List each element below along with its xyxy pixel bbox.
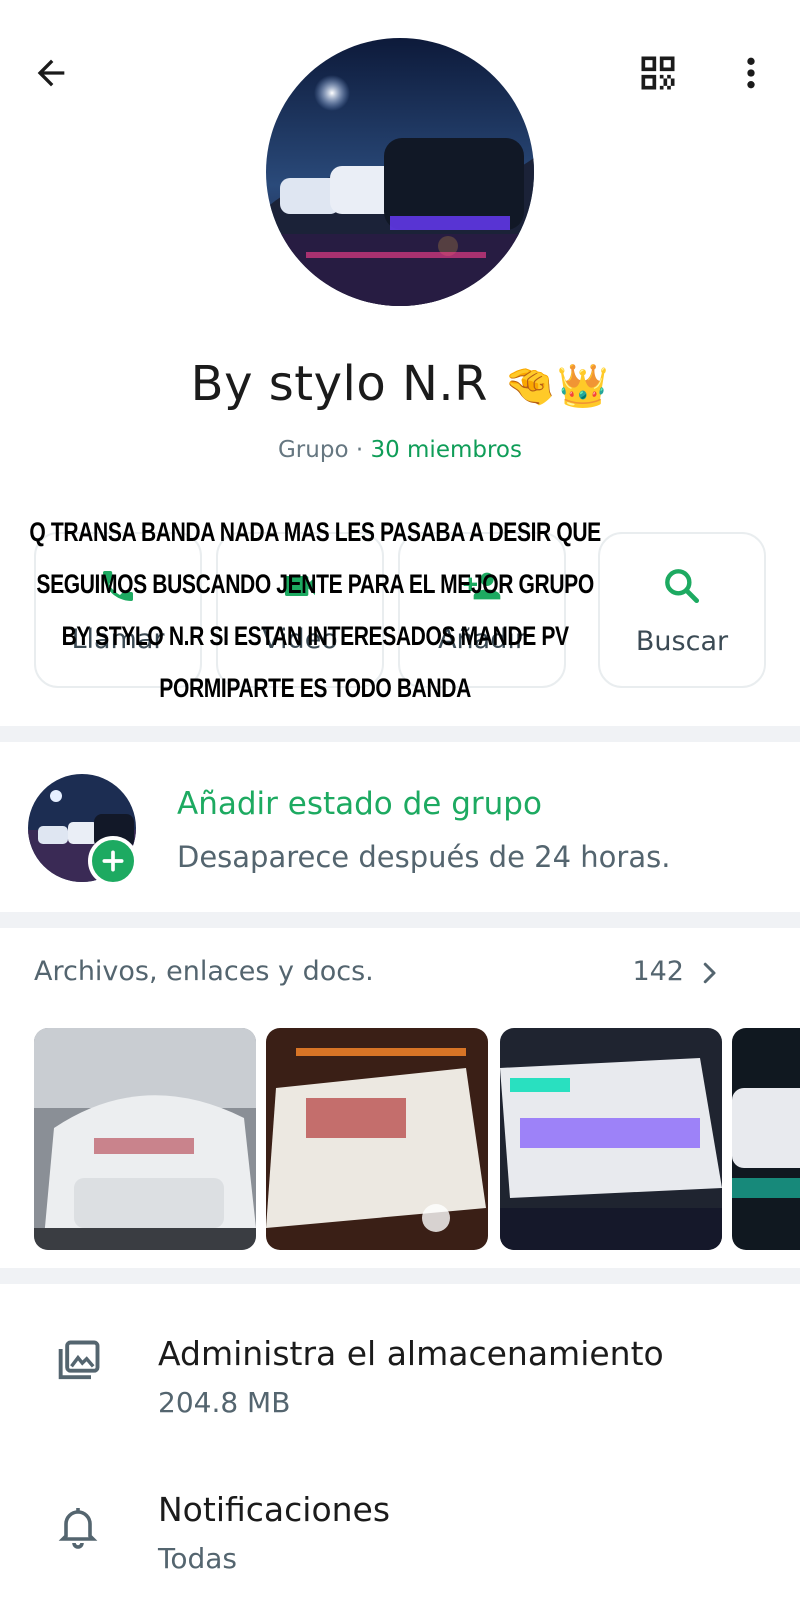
more-vertical-icon (747, 57, 755, 89)
add-group-status-row[interactable]: Añadir estado de grupo Desaparece despué… (0, 742, 800, 912)
search-label: Buscar (635, 625, 729, 657)
group-name-text: By stylo N.R (190, 356, 488, 412)
group-meta: Grupo · 30 miembros (0, 437, 800, 463)
group-type-label: Grupo (277, 437, 349, 463)
media-thumbnail[interactable] (500, 1028, 722, 1250)
notifications-row[interactable]: Notificaciones Todas (0, 1460, 800, 1590)
notifications-subtitle: Todas (158, 1542, 237, 1575)
media-thumbnail[interactable] (266, 1028, 488, 1250)
section-divider (0, 726, 800, 742)
media-links-docs-header[interactable]: Archivos, enlaces y docs. 142 (34, 956, 774, 996)
group-avatar[interactable] (266, 38, 534, 306)
group-name: By stylo N.R 🤏👑 (0, 356, 800, 412)
overlay-line: PORMIPARTE ES TODO BANDA (159, 673, 471, 703)
qr-code-button[interactable] (630, 48, 686, 98)
more-options-button[interactable] (728, 48, 774, 98)
arrow-left-icon (37, 59, 65, 87)
media-count: 142 (632, 956, 684, 987)
status-subtitle: Desaparece después de 24 horas. (177, 840, 671, 874)
chevron-right-icon (694, 956, 724, 994)
bell-icon (50, 1498, 106, 1554)
media-thumbnails (34, 1028, 800, 1250)
meta-separator: · (348, 437, 371, 463)
media-thumbnail[interactable] (34, 1028, 256, 1250)
overlay-line: Q TRANSA BANDA NADA MAS LES PASABA A DES… (29, 517, 601, 547)
back-button[interactable] (26, 48, 76, 98)
section-divider (0, 912, 800, 928)
group-avatar-image (266, 38, 534, 306)
storage-icon (50, 1334, 106, 1390)
overlay-line: SEGUIMOS BUSCANDO JENTE PARA EL MEJOR GR… (36, 569, 594, 599)
storage-title: Administra el almacenamiento (158, 1334, 664, 1373)
members-link[interactable]: 30 miembros (370, 437, 522, 463)
qr-code-icon (641, 56, 675, 90)
media-title: Archivos, enlaces y docs. (34, 956, 374, 987)
manage-storage-row[interactable]: Administra el almacenamiento 204.8 MB (0, 1300, 800, 1430)
storage-subtitle: 204.8 MB (158, 1386, 291, 1419)
search-icon (665, 568, 700, 603)
notifications-title: Notificaciones (158, 1490, 391, 1529)
media-thumbnail[interactable] (732, 1028, 800, 1250)
add-status-plus-icon (88, 836, 138, 886)
status-title: Añadir estado de grupo (177, 786, 542, 822)
overlay-caption: Q TRANSA BANDA NADA MAS LES PASABA A DES… (0, 506, 630, 714)
section-divider (0, 1268, 800, 1284)
overlay-line: BY STYLO N.R SI ESTAN INTERESADOS MANDE … (61, 621, 569, 651)
group-name-emoji: 🤏👑 (503, 361, 610, 410)
